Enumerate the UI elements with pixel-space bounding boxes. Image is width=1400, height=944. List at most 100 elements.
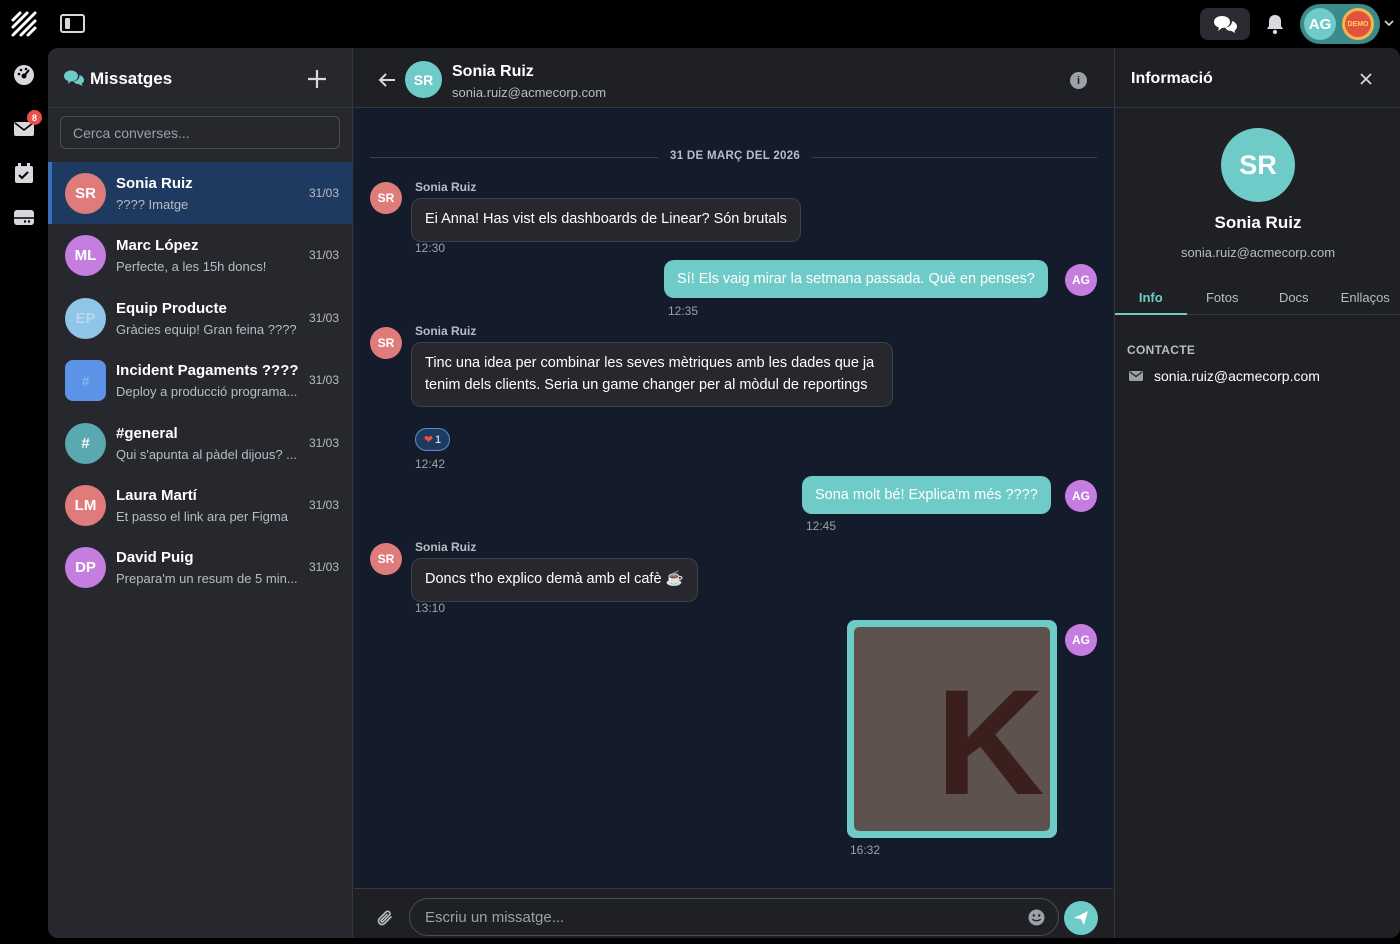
avatar: SR — [65, 173, 106, 214]
profile-avatar: SR — [1221, 128, 1295, 202]
top-bar: AG DEMO — [0, 0, 1400, 48]
conversation-preview: ???? Imatge — [116, 197, 189, 212]
avatar: LM — [65, 484, 106, 526]
conversation-date: 31/03 — [309, 310, 340, 325]
chat-header: SR Sonia Ruiz sonia.ruiz@acmecorp.com i — [354, 48, 1113, 108]
main-frame: Missatges SR Sonia Ruiz ???? Imatge 31/0… — [48, 48, 1400, 938]
app-logo-icon[interactable] — [10, 10, 38, 38]
sender-name: Sonia Ruiz — [415, 540, 477, 554]
message-bubble: Tinc una idea per combinar les seves mèt… — [411, 342, 893, 407]
info-icon[interactable]: i — [1070, 72, 1087, 89]
conversation-preview: Et passo el link ara per Figma — [116, 508, 288, 524]
reaction-count: 1 — [435, 433, 442, 446]
avatar: EP — [65, 297, 106, 339]
info-tabs: Info Fotos Docs Enllaços — [1115, 280, 1400, 315]
dashboard-icon[interactable] — [13, 64, 35, 86]
hash-icon: # — [81, 372, 90, 389]
send-button[interactable] — [1064, 901, 1098, 935]
paperclip-icon[interactable] — [376, 909, 394, 927]
info-panel-title: Informació — [1131, 70, 1213, 87]
sender-avatar: SR — [370, 543, 402, 575]
conversation-item[interactable]: LM Laura Martí Et passo el link ara per … — [48, 474, 353, 536]
tab-info[interactable]: Info — [1115, 280, 1187, 315]
close-icon[interactable] — [1359, 72, 1373, 86]
chat-panel: SR Sonia Ruiz sonia.ruiz@acmecorp.com i … — [354, 48, 1113, 938]
drive-icon[interactable] — [13, 206, 35, 228]
conversation-search-input[interactable] — [60, 116, 340, 149]
conversation-preview: Qui s'apunta al pàdel dijous? ... — [116, 446, 297, 462]
chat-button[interactable] — [1200, 8, 1250, 40]
conversation-name: Marc López — [116, 237, 199, 255]
message-bubble-own: Sí! Els vaig mirar la setmana passada. Q… — [664, 260, 1048, 298]
day-label: 31 DE MARÇ DEL 2026 — [658, 150, 813, 162]
tab-links[interactable]: Enllaços — [1330, 280, 1400, 314]
contact-avatar[interactable]: SR — [405, 61, 442, 98]
conversation-preview: Perfecte, a les 15h doncs! — [116, 259, 267, 275]
send-icon — [1074, 911, 1088, 925]
chevron-down-icon[interactable] — [1384, 18, 1394, 28]
bell-icon[interactable] — [1264, 12, 1286, 36]
new-conversation-button[interactable] — [306, 68, 328, 90]
conversation-date: 31/03 — [309, 373, 340, 388]
contact-name: Sonia Ruiz — [452, 63, 534, 80]
sender-name: Sonia Ruiz — [415, 324, 477, 338]
conversation-item[interactable]: # Incident Pagaments ???? Deploy a produ… — [48, 349, 353, 411]
sidebar-toggle-icon[interactable] — [60, 14, 85, 33]
conversation-date: 31/03 — [309, 560, 340, 575]
tab-docs[interactable]: Docs — [1258, 280, 1330, 314]
profile-email: sonia.ruiz@acmecorp.com — [1180, 245, 1336, 260]
messages-icon — [64, 70, 84, 86]
message-input[interactable] — [409, 898, 1059, 936]
reaction-chip[interactable]: ❤ 1 — [415, 428, 450, 451]
image-attachment[interactable]: K — [847, 620, 1057, 838]
conversation-name: Sonia Ruiz — [116, 175, 193, 192]
conversation-name: Equip Producte — [116, 299, 227, 317]
own-avatar: AG — [1065, 480, 1097, 512]
message-time: 12:30 — [415, 241, 446, 255]
own-avatar: AG — [1065, 624, 1097, 656]
emoji-icon[interactable] — [1028, 909, 1045, 926]
own-avatar: AG — [1065, 264, 1097, 296]
chat-bubbles-icon — [1214, 16, 1237, 33]
info-panel: Informació SR Sonia Ruiz sonia.ruiz@acme… — [1114, 48, 1400, 938]
back-arrow-icon[interactable] — [378, 72, 396, 88]
image-thumbnail: K — [854, 627, 1050, 831]
conversation-item[interactable]: SR Sonia Ruiz ???? Imatge 31/03 — [48, 162, 353, 225]
avatar: DP — [65, 547, 106, 589]
demo-badge: DEMO — [1342, 8, 1374, 40]
message-time: 12:35 — [668, 304, 699, 318]
message-bubble: Doncs t'ho explico demà amb el cafè ☕ — [411, 558, 698, 602]
message-time: 16:32 — [850, 843, 881, 857]
contact-email: sonia.ruiz@acmecorp.com — [452, 85, 607, 100]
calendar-check-icon[interactable] — [13, 162, 35, 184]
conversation-name: David Puig — [116, 549, 194, 567]
conversation-item[interactable]: DP David Puig Prepara'm un resum de 5 mi… — [48, 536, 353, 598]
contact-email-link[interactable]: sonia.ruiz@acmecorp.com — [1154, 368, 1320, 384]
conversation-name: Laura Martí — [116, 486, 197, 504]
conversation-preview: Prepara'm un resum de 5 min... — [116, 571, 298, 587]
heart-icon: ❤ — [423, 434, 434, 446]
conversation-item[interactable]: EP Equip Producte Gràcies equip! Gran fe… — [48, 287, 353, 349]
group-avatar: # — [65, 360, 106, 402]
conversation-panel-title: Missatges — [90, 69, 173, 88]
info-panel-header: Informació — [1115, 48, 1400, 108]
avatar: ML — [65, 235, 106, 277]
image-letter: K — [936, 658, 1045, 826]
profile-name: Sonia Ruiz — [1214, 213, 1302, 232]
mail-badge: 8 — [27, 110, 42, 125]
conversation-date: 31/03 — [309, 435, 340, 450]
sender-avatar: SR — [370, 182, 402, 214]
conversation-list: SR Sonia Ruiz ???? Imatge 31/03 ML Marc … — [48, 162, 353, 599]
message-bubble: Ei Anna! Has vist els dashboards de Line… — [411, 198, 801, 242]
conversation-item[interactable]: ML Marc López Perfecte, a les 15h doncs!… — [48, 224, 353, 286]
message-bubble-own: Sona molt bé! Explica'm més ???? — [802, 476, 1051, 514]
nav-rail: 8 — [0, 48, 48, 944]
conversation-item[interactable]: # #general Qui s'apunta al pàdel dijous?… — [48, 412, 353, 474]
sender-avatar: SR — [370, 327, 402, 359]
message-composer — [354, 888, 1113, 938]
tab-photos[interactable]: Fotos — [1187, 280, 1259, 314]
user-menu[interactable]: AG DEMO — [1300, 4, 1380, 44]
user-avatar: AG — [1304, 8, 1336, 40]
conversation-date: 31/03 — [309, 186, 340, 200]
conversation-preview: Gràcies equip! Gran feina ???? — [116, 321, 297, 337]
